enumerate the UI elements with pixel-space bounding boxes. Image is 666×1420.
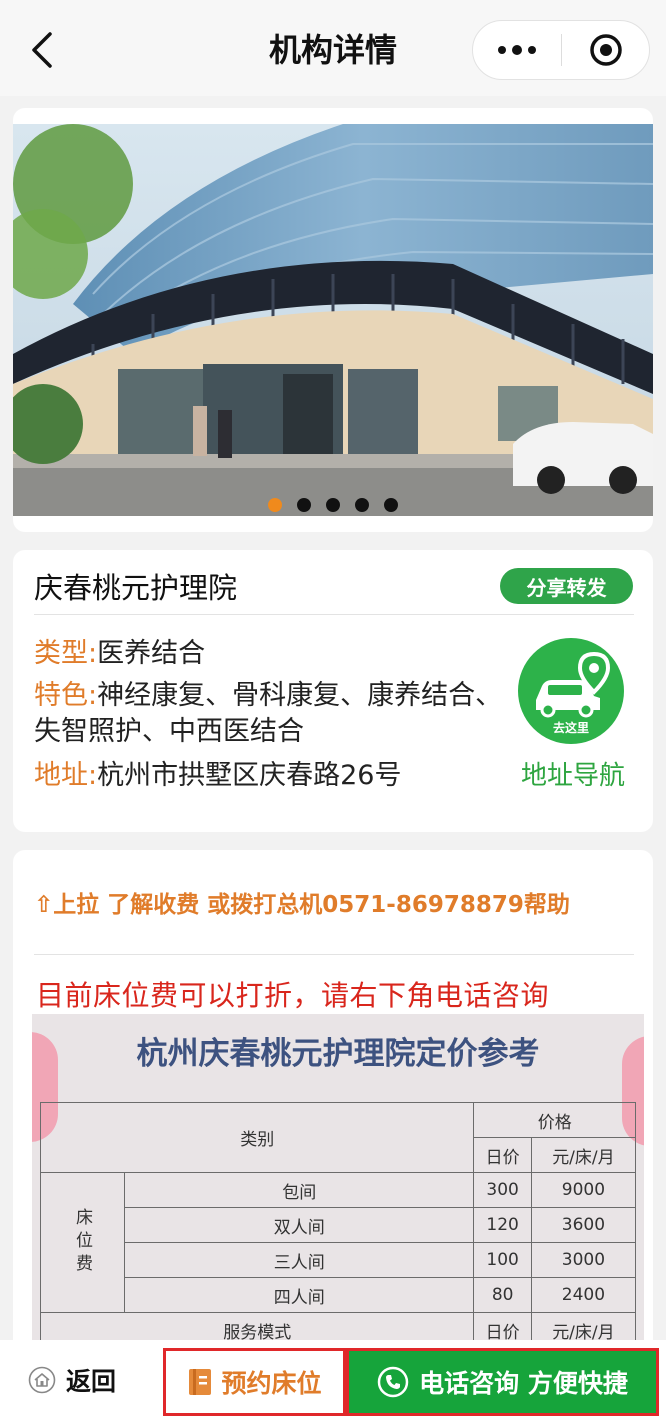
building-illustration: [13, 124, 653, 516]
more-dot-icon: [512, 45, 522, 55]
table-row: 床位费 包间 300 9000: [40, 1172, 637, 1313]
institution-name: 庆春桃元护理院: [34, 571, 238, 605]
daily-header: 日价: [473, 1137, 532, 1173]
table-row: 三人间 100 3000: [41, 1242, 637, 1278]
info-divider: [34, 614, 634, 615]
banner-card: [13, 108, 653, 532]
monthly-price: 2400: [530, 1277, 637, 1313]
more-menu-button[interactable]: [473, 21, 561, 79]
bed-fee-label: 床位费: [40, 1172, 125, 1313]
price-list-title: 杭州庆春桃元护理院定价参考: [136, 1036, 540, 1072]
more-dot-icon: [498, 46, 506, 54]
back-label: 返回: [66, 1367, 117, 1396]
home-icon: [28, 1366, 56, 1394]
table-row: 类别 价格: [39, 1102, 636, 1173]
nav-header: 机构详情: [0, 0, 666, 96]
feature-row: 特色:神经康复、骨科康复、康养结合、失智照护、中西医结合: [34, 678, 524, 750]
mini-program-capsule: [472, 20, 650, 80]
room-type: 四人间: [123, 1277, 475, 1313]
reserve-bed-button[interactable]: 预约床位: [163, 1348, 346, 1416]
monthly-header: 元/床/月: [530, 1137, 637, 1173]
phone-icon: [377, 1366, 409, 1398]
more-dot-icon: [528, 46, 536, 54]
address-navigation-link[interactable]: 地址导航: [513, 758, 633, 794]
address-value: 杭州市拱墅区庆春路26号: [97, 760, 402, 791]
room-type: 包间: [123, 1172, 475, 1208]
carousel-dot[interactable]: [326, 498, 340, 512]
share-button[interactable]: 分享转发: [500, 568, 633, 604]
fee-hint-text: ⇧上拉 了解收费 或拨打总机0571-86978879帮助: [34, 892, 570, 918]
target-close-icon: [589, 34, 622, 66]
monthly-price: 3600: [530, 1207, 637, 1243]
nav-badge-text: 去这里: [553, 720, 589, 735]
fee-divider: [34, 954, 634, 955]
type-value: 医养结合: [97, 638, 206, 669]
feature-label: 特色:: [34, 680, 98, 711]
monthly-price: 3000: [530, 1242, 637, 1278]
close-mini-program-button[interactable]: [562, 21, 649, 79]
fee-card: ⇧上拉 了解收费 或拨打总机0571-86978879帮助 目前床位费可以打折，…: [13, 850, 653, 1410]
daily-price: 120: [473, 1207, 532, 1243]
carousel-dot[interactable]: [384, 498, 398, 512]
table-row: 四人间 80 2400: [41, 1277, 637, 1313]
category-header: 类别: [39, 1102, 475, 1173]
daily-price: 80: [473, 1277, 532, 1313]
car-location-icon: 去这里: [536, 651, 611, 735]
daily-price: 100: [473, 1242, 532, 1278]
home-back-button[interactable]: 返回: [28, 1340, 116, 1420]
building-photo[interactable]: [13, 124, 653, 516]
type-label: 类型:: [34, 638, 98, 669]
address-label: 地址:: [34, 760, 98, 791]
reserve-label: 预约床位: [221, 1369, 322, 1398]
discount-notice: 目前床位费可以打折，请右下角电话咨询: [36, 979, 550, 1012]
carousel-dot[interactable]: [355, 498, 369, 512]
address-row: 地址:杭州市拱墅区庆春路26号: [34, 758, 524, 794]
carousel-indicator: [13, 498, 653, 512]
call-label: 电话咨询 方便快捷: [419, 1369, 628, 1398]
room-type: 双人间: [123, 1207, 475, 1243]
feature-value: 神经康复、骨科康复、康养结合、失智照护、中西医结合: [34, 680, 503, 747]
type-row: 类型:医养结合: [34, 636, 524, 672]
phone-consult-button[interactable]: 电话咨询 方便快捷: [346, 1348, 659, 1416]
navigation-button[interactable]: 去这里: [518, 638, 624, 744]
monthly-price: 9000: [530, 1172, 637, 1208]
institution-info-card: 庆春桃元护理院 分享转发 类型:医养结合 特色:神经康复、骨科康复、康养结合、失…: [13, 550, 653, 832]
room-type: 三人间: [123, 1242, 475, 1278]
price-header: 价格: [473, 1102, 636, 1138]
daily-price: 300: [473, 1172, 532, 1208]
table-row: 双人间 120 3600: [41, 1207, 637, 1243]
carousel-dot[interactable]: [297, 498, 311, 512]
bottom-action-bar: 返回 预约床位 电话咨询 方便快捷: [0, 1340, 666, 1420]
carousel-dot-active[interactable]: [268, 498, 282, 512]
price-table: 类别 价格 日价 元/床/月 床位费 包间 300 9000 双人间 120 3…: [39, 1102, 637, 1348]
document-icon: [189, 1369, 212, 1395]
